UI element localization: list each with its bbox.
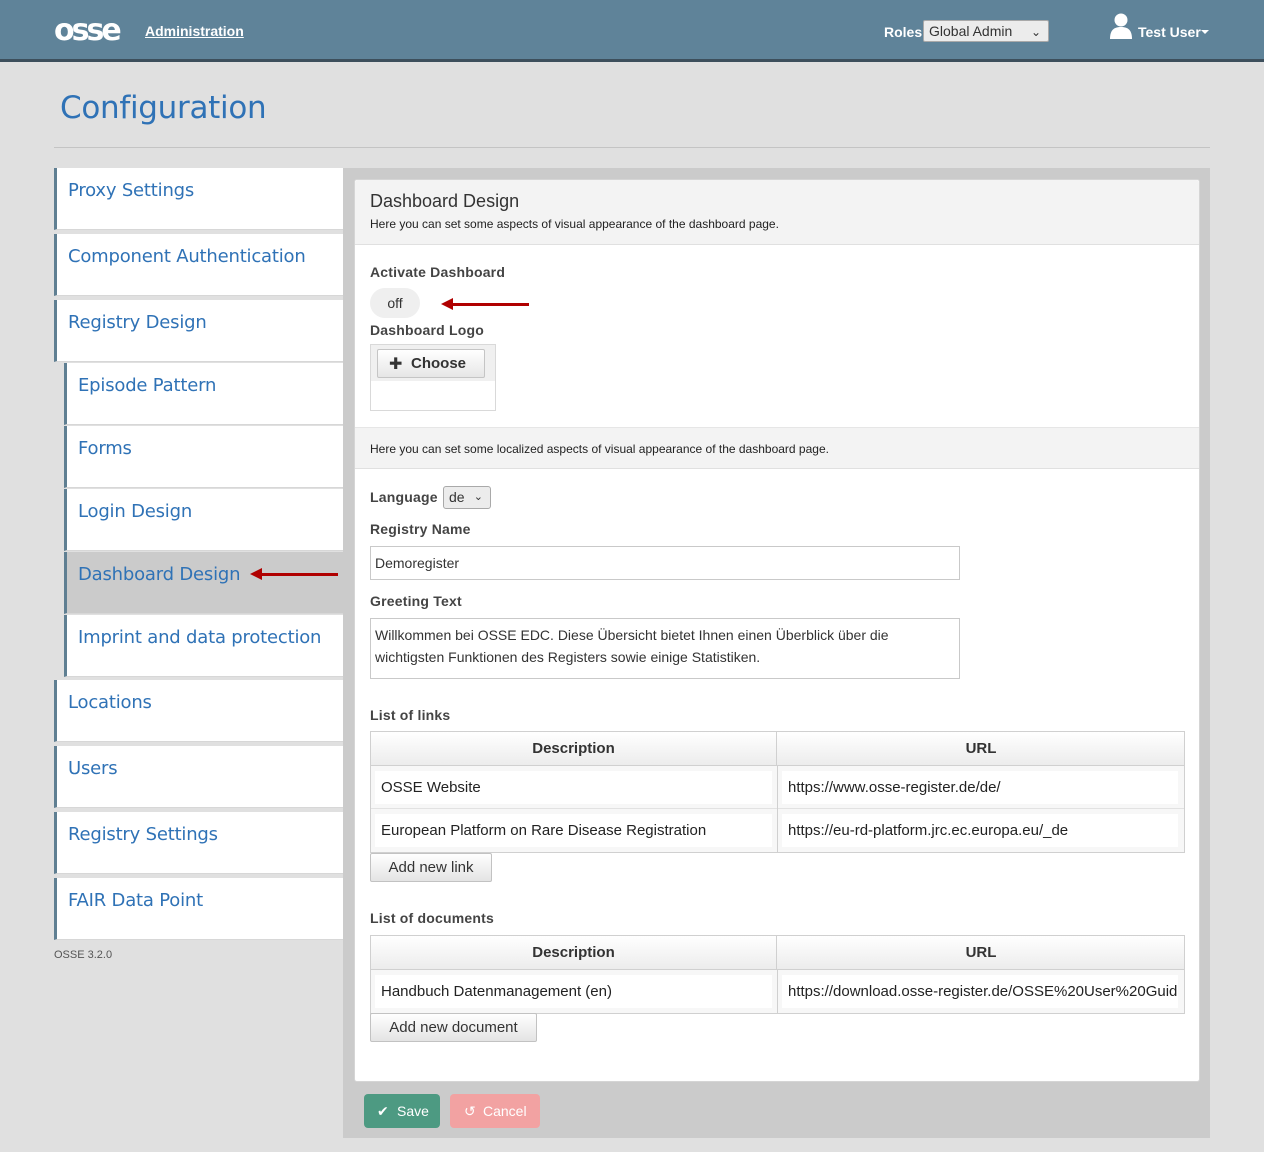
language-select[interactable]: de ⌄ — [443, 486, 491, 509]
nav-administration-link[interactable]: Administration — [145, 23, 244, 39]
sidebar-item-label: Component Authentication — [68, 246, 306, 267]
sidebar-item-label: Registry Design — [68, 312, 207, 333]
sidebar-item-registry-settings[interactable]: Registry Settings — [54, 812, 343, 874]
cancel-button[interactable]: ↺ Cancel — [450, 1094, 540, 1128]
roles-select[interactable]: Global Admin ⌄ — [923, 20, 1049, 42]
roles-label: Roles — [884, 24, 923, 40]
upload-toolbar: ✚ Choose — [371, 345, 495, 381]
sidebar-item-label: FAIR Data Point — [68, 890, 203, 911]
column-header-url: URL — [965, 944, 997, 961]
save-button-label: Save — [397, 1103, 429, 1119]
link-description-input[interactable]: European Platform on Rare Disease Regist… — [375, 814, 772, 847]
document-url-input[interactable]: https://download.osse-register.de/OSSE%2… — [782, 975, 1178, 1008]
links-table: Description URL OSSE Website https://www… — [370, 731, 1185, 853]
registry-name-label: Registry Name — [370, 521, 471, 537]
sidebar-item-dashboard-design[interactable]: Dashboard Design — [64, 552, 343, 614]
language-label: Language — [370, 489, 438, 505]
document-description-input[interactable]: Handbuch Datenmanagement (en) — [375, 975, 772, 1008]
sidebar-item-imprint[interactable]: Imprint and data protection — [64, 615, 343, 677]
user-icon[interactable] — [1109, 12, 1133, 40]
documents-table: Description URL Handbuch Datenmanagement… — [370, 935, 1185, 1014]
table-row: European Platform on Rare Disease Regist… — [371, 809, 1184, 852]
activate-dashboard-label: Activate Dashboard — [370, 264, 506, 280]
sidebar-item-users[interactable]: Users — [54, 746, 343, 808]
cancel-button-label: Cancel — [483, 1103, 527, 1119]
column-header-url: URL — [965, 740, 997, 757]
save-button[interactable]: ✔ Save — [364, 1094, 440, 1128]
panel-title: Dashboard Design — [370, 191, 520, 211]
sidebar-item-episode-pattern[interactable]: Episode Pattern — [64, 363, 343, 425]
sidebar-item-label: Forms — [78, 438, 132, 459]
language-select-value: de — [449, 489, 465, 505]
annotation-arrow-icon — [250, 568, 338, 580]
sidebar-item-label: Proxy Settings — [68, 180, 195, 201]
sidebar-item-label: Registry Settings — [68, 824, 218, 845]
greeting-text-area[interactable]: Willkommen bei OSSE EDC. Diese Übersicht… — [370, 618, 960, 679]
sidebar-item-fair-data-point[interactable]: FAIR Data Point — [54, 878, 343, 940]
annotation-arrow-icon — [441, 298, 529, 310]
activate-dashboard-toggle[interactable]: off — [370, 288, 420, 318]
sidebar-item-login-design[interactable]: Login Design — [64, 489, 343, 551]
list-of-documents-label: List of documents — [370, 910, 494, 926]
dashboard-logo-label: Dashboard Logo — [370, 322, 485, 338]
add-new-link-button[interactable]: Add new link — [370, 853, 492, 882]
dashboard-design-panel: Dashboard Design Here you can set some a… — [354, 179, 1200, 1082]
version-label: OSSE 3.2.0 — [54, 949, 113, 961]
panel-header: Dashboard Design Here you can set some a… — [355, 180, 1199, 245]
list-of-links-label: List of links — [370, 707, 451, 723]
panel-description: Here you can set some aspects of visual … — [370, 217, 779, 231]
table-row: Handbuch Datenmanagement (en) https://do… — [371, 970, 1184, 1013]
sidebar-item-label: Imprint and data protection — [78, 627, 322, 648]
roles-select-value: Global Admin — [929, 23, 1013, 39]
checkmark-icon: ✔ — [377, 1103, 389, 1119]
top-navbar: osse Administration Roles Global Admin ⌄… — [0, 0, 1264, 62]
chevron-down-icon: ⌄ — [473, 491, 483, 503]
choose-file-button[interactable]: ✚ Choose — [377, 349, 485, 378]
chevron-down-icon: ⌄ — [1030, 25, 1041, 39]
user-menu-toggle[interactable]: Test User — [1138, 24, 1201, 40]
column-divider — [777, 766, 778, 809]
page-title: Configuration — [60, 90, 267, 126]
caret-down-icon[interactable] — [1201, 30, 1209, 34]
sidebar-item-label: Dashboard Design — [78, 564, 241, 585]
sidebar-item-locations[interactable]: Locations — [54, 680, 343, 742]
link-url-input[interactable]: https://www.osse-register.de/de/ — [782, 771, 1178, 804]
table-row: OSSE Website https://www.osse-register.d… — [371, 766, 1184, 809]
sidebar-item-proxy-settings[interactable]: Proxy Settings — [54, 168, 343, 230]
registry-name-input[interactable]: Demoregister — [370, 546, 960, 580]
choose-button-label: Choose — [411, 355, 467, 372]
column-divider — [777, 809, 778, 852]
sidebar-item-registry-design[interactable]: Registry Design — [54, 300, 343, 362]
osse-logo[interactable]: osse — [54, 14, 122, 48]
table-header: Description URL — [371, 936, 1184, 970]
column-divider — [777, 970, 778, 1013]
undo-icon: ↺ — [464, 1103, 476, 1119]
plus-icon: ✚ — [389, 356, 403, 373]
add-new-document-button[interactable]: Add new document — [370, 1013, 537, 1042]
sidebar-item-label: Locations — [68, 692, 152, 713]
sidebar-item-component-authentication[interactable]: Component Authentication — [54, 234, 343, 296]
localized-section-header: Here you can set some localized aspects … — [355, 427, 1199, 469]
link-url-input[interactable]: https://eu-rd-platform.jrc.ec.europa.eu/… — [782, 814, 1178, 847]
title-divider — [54, 147, 1210, 148]
logo-upload: ✚ Choose — [370, 344, 496, 411]
column-header-description: Description — [371, 732, 777, 766]
column-header-description: Description — [371, 936, 777, 970]
sidebar-item-label: Episode Pattern — [78, 375, 217, 396]
sidebar-item-label: Login Design — [78, 501, 193, 522]
sidebar-item-forms[interactable]: Forms — [64, 426, 343, 488]
sidebar-item-label: Users — [68, 758, 118, 779]
table-header: Description URL — [371, 732, 1184, 766]
link-description-input[interactable]: OSSE Website — [375, 771, 772, 804]
localized-description: Here you can set some localized aspects … — [370, 442, 829, 456]
greeting-text-label: Greeting Text — [370, 593, 462, 609]
